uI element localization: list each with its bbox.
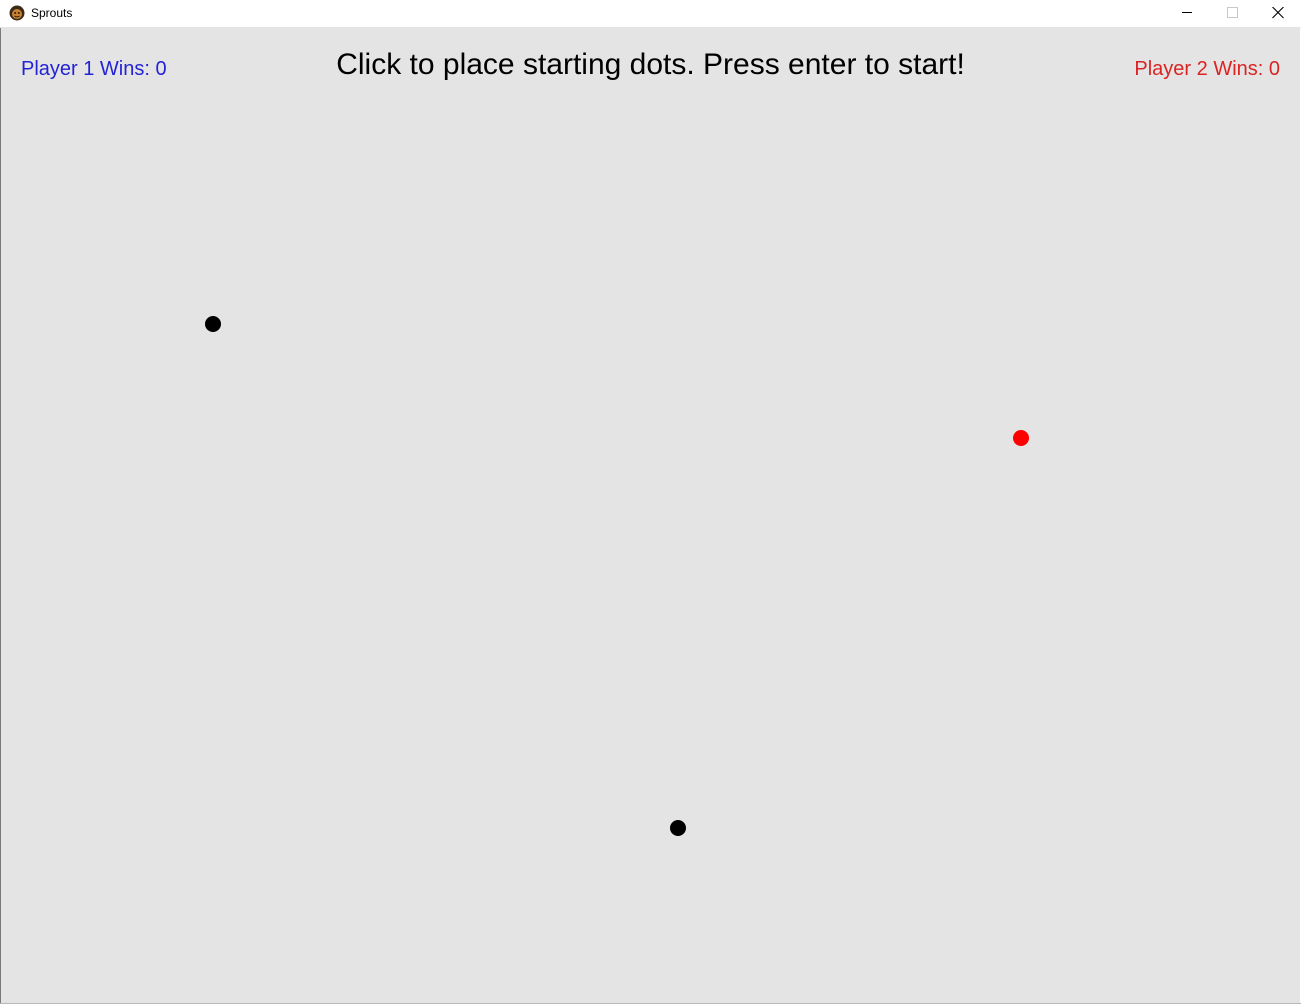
- minimize-button[interactable]: [1164, 0, 1210, 27]
- game-dot[interactable]: [670, 820, 686, 836]
- player2-score: Player 2 Wins: 0: [1134, 58, 1280, 80]
- maximize-icon: [1227, 7, 1238, 18]
- game-dot[interactable]: [205, 316, 221, 332]
- minimize-icon: [1182, 12, 1192, 13]
- title-bar[interactable]: Sprouts: [0, 0, 1301, 28]
- close-icon: [1272, 7, 1284, 19]
- app-window: Sprouts Player 1 Wins: 0 Click to place …: [0, 0, 1301, 1004]
- close-button[interactable]: [1255, 0, 1301, 27]
- sprouts-app-icon: [9, 5, 25, 21]
- maximize-button[interactable]: [1210, 0, 1256, 27]
- game-dot-selected[interactable]: [1013, 430, 1029, 446]
- window-title: Sprouts: [31, 6, 73, 20]
- instruction-text: Click to place starting dots. Press ente…: [336, 48, 965, 81]
- game-board[interactable]: Player 1 Wins: 0 Click to place starting…: [1, 28, 1300, 1003]
